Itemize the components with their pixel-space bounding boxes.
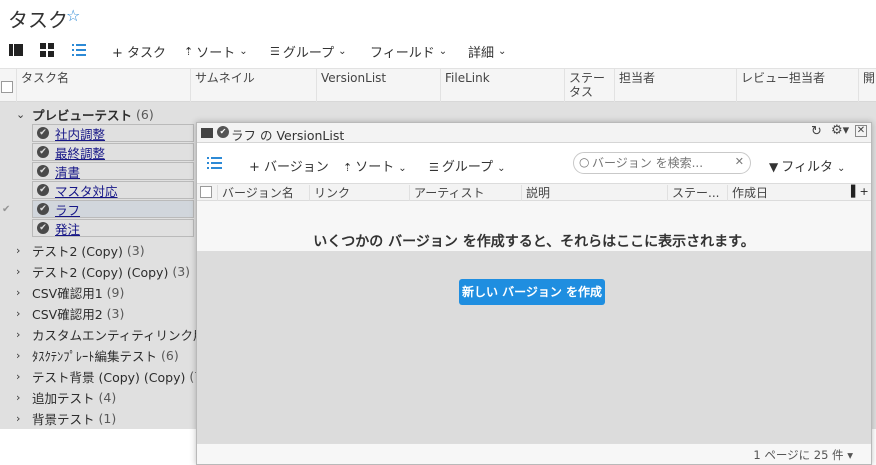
column-header-status[interactable]: ステー... xyxy=(667,185,727,201)
column-header-thumbnail[interactable]: サムネイル xyxy=(190,69,316,103)
chevron-down-icon: ⌄ xyxy=(398,163,407,174)
fields-label: フィールド xyxy=(370,46,435,61)
details-button[interactable]: 詳細 ⌄ xyxy=(468,42,506,61)
dialog-sort-button[interactable]: ⇡ ソート ⌄ xyxy=(343,156,407,175)
dialog-title: ラフ の VersionList xyxy=(231,128,345,143)
gear-icon[interactable]: ⚙▾ xyxy=(831,123,849,138)
group-label: グループ xyxy=(441,160,494,175)
details-label: 詳細 xyxy=(468,46,495,61)
dialog-grid-header: バージョン名 リンク アーティスト 説明 ステー... 作成日 ▌+ xyxy=(197,183,871,201)
dialog-titlebar[interactable]: ✔ ラフ の VersionList ↻ ⚙▾ ✕ xyxy=(197,123,871,143)
add-version-button[interactable]: + バージョン xyxy=(249,156,329,175)
column-header-description[interactable]: 説明 xyxy=(521,185,667,201)
status-line-2: タス xyxy=(569,85,594,99)
sort-label: ソート xyxy=(196,46,236,61)
group-label: グループ xyxy=(282,46,335,61)
group-icon: ☰ xyxy=(429,161,439,174)
status-line-1: ステー xyxy=(569,71,606,85)
column-header-start[interactable]: 開 xyxy=(858,69,876,103)
sort-button[interactable]: ⇡ ソート ⌄ xyxy=(184,42,248,61)
status-check-icon: ✔ xyxy=(217,126,229,138)
sort-label: ソート xyxy=(355,160,395,175)
column-header-versionlist[interactable]: VersionList xyxy=(316,69,440,103)
chevron-down-icon: ⌄ xyxy=(836,163,846,174)
column-header-filelink[interactable]: FileLink xyxy=(440,69,564,103)
refresh-icon[interactable]: ↻ xyxy=(811,124,822,139)
clear-icon[interactable]: ✕ xyxy=(735,155,744,168)
list-view-icon[interactable] xyxy=(207,156,223,170)
star-outline-icon[interactable]: ☆ xyxy=(66,6,80,25)
page-size-selector[interactable]: 1 ページに 25 件 ▾ xyxy=(753,447,853,463)
column-header-assignee[interactable]: 担当者 xyxy=(614,69,736,103)
dialog-toolbar: + バージョン ⇡ソート⌄ ☰グループ⌄ ○ ✕ ▼フィルタ⌄ xyxy=(197,143,871,183)
group-icon: ☰ xyxy=(270,45,280,58)
detail-view-icon[interactable] xyxy=(8,42,24,58)
versionlist-dialog: ✔ ラフ の VersionList ↻ ⚙▾ ✕ + バージョン ⇡ ソート ⌄ … xyxy=(196,122,872,465)
filter-label: フィルタ xyxy=(781,160,833,175)
filter-icon: ▼ xyxy=(769,160,779,174)
column-header-reviewer[interactable]: レビュー担当者 xyxy=(736,69,858,103)
column-header-version-name[interactable]: バージョン名 xyxy=(217,185,309,201)
select-all-checkbox[interactable] xyxy=(1,81,13,96)
add-task-button[interactable]: + タスク xyxy=(112,42,166,61)
search-icon: ○ xyxy=(579,155,590,169)
close-icon[interactable]: ✕ xyxy=(855,125,867,137)
thumbnail-view-icon[interactable] xyxy=(39,42,55,58)
column-header-created[interactable]: 作成日 xyxy=(727,185,843,201)
dialog-group-button[interactable]: ☰ グループ ⌄ xyxy=(429,156,506,175)
page-title: タスク xyxy=(8,8,68,32)
chevron-down-icon: ⌄ xyxy=(497,163,506,174)
column-header-artist[interactable]: アーティスト xyxy=(409,185,521,201)
column-header-task-name[interactable]: タスク名 xyxy=(16,69,190,103)
select-all-checkbox[interactable] xyxy=(200,186,212,201)
filter-button[interactable]: ▼ フィルタ ⌄ xyxy=(769,156,845,175)
column-header-link[interactable]: リンク xyxy=(309,185,409,201)
dialog-footer: 1 ページに 25 件 ▾ xyxy=(197,443,871,464)
column-header-status[interactable]: ステー タス xyxy=(564,69,614,103)
list-view-icon[interactable] xyxy=(71,42,87,58)
fields-button[interactable]: フィールド ⌄ xyxy=(370,42,447,61)
version-search-box[interactable]: ○ ✕ xyxy=(573,152,751,174)
chevron-down-icon: ⌄ xyxy=(338,46,347,57)
chevron-down-icon: ⌄ xyxy=(438,46,448,57)
title-bar: タスク ☆ xyxy=(0,0,876,34)
create-version-button[interactable]: 新しい バージョン を作成 xyxy=(459,279,605,305)
chevron-down-icon: ⌄ xyxy=(239,46,248,57)
sort-icon: ⇡ xyxy=(184,45,194,58)
group-button[interactable]: ☰ グループ ⌄ xyxy=(270,42,347,61)
chevron-down-icon: ⌄ xyxy=(498,46,507,57)
version-search-input[interactable] xyxy=(592,156,732,170)
grid-header: タスク名 サムネイル VersionList FileLink ステー タス 担当… xyxy=(0,68,876,103)
empty-message: いくつかの バージョン を作成すると、それらはここに表示されます。 xyxy=(313,234,755,250)
main-toolbar: + タスク ⇡ ソート ⌄ ☰ グループ ⌄ フィールド ⌄ 詳細 ⌄ xyxy=(0,36,876,66)
add-column-icon[interactable]: ▌+ xyxy=(851,185,869,198)
sort-icon: ⇡ xyxy=(343,161,353,174)
panel-icon xyxy=(201,128,213,138)
